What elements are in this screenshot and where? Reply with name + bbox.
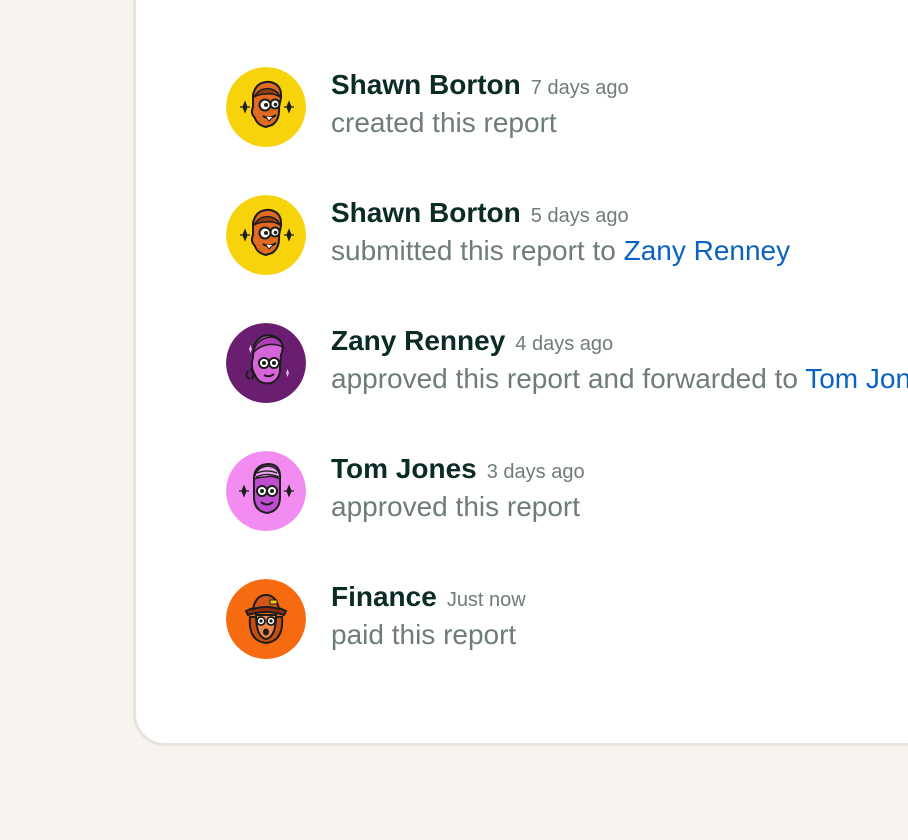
activity-entry: Shawn Borton 7 days ago created this rep…	[226, 67, 908, 195]
activity-entry-body: Tom Jones 3 days ago approved this repor…	[331, 453, 585, 523]
activity-entry: Shawn Borton 5 days ago submitted this r…	[226, 195, 908, 323]
activity-header: Tom Jones 3 days ago	[331, 453, 585, 489]
activity-description: submitted this report to Zany Renney	[331, 235, 790, 267]
actor-name[interactable]: Shawn Borton	[331, 197, 521, 229]
activity-action-text: approved this report and forwarded to	[331, 363, 798, 394]
activity-timestamp: Just now	[446, 589, 526, 611]
actor-name[interactable]: Finance	[331, 581, 437, 613]
activity-timestamp: 5 days ago	[530, 205, 629, 227]
activity-entry-body: Zany Renney 4 days ago approved this rep…	[331, 325, 908, 395]
report-activity-card: Shawn Borton 7 days ago created this rep…	[133, 0, 908, 746]
activity-timestamp: 7 days ago	[530, 77, 629, 99]
recipient-link[interactable]: Tom Jones	[805, 363, 908, 394]
activity-header: Zany Renney 4 days ago	[331, 325, 908, 361]
actor-name[interactable]: Tom Jones	[331, 453, 477, 485]
activity-timestamp: 3 days ago	[486, 461, 585, 483]
activity-action-text: approved this report	[331, 491, 581, 522]
activity-entry: Zany Renney 4 days ago approved this rep…	[226, 323, 908, 451]
pink-avatar-icon[interactable]	[226, 451, 306, 531]
activity-description: paid this report	[331, 619, 526, 651]
yellow-avatar-icon[interactable]	[226, 195, 306, 275]
activity-action-text: paid this report	[331, 619, 517, 650]
activity-action-text: submitted this report to	[331, 235, 616, 266]
activity-header: Shawn Borton 7 days ago	[331, 69, 629, 105]
actor-name[interactable]: Shawn Borton	[331, 69, 521, 101]
recipient-link[interactable]: Zany Renney	[624, 235, 791, 266]
activity-action-text: created this report	[331, 107, 557, 138]
activity-entry: Finance Just now paid this report	[226, 579, 908, 707]
activity-description: approved this report and forwarded to To…	[331, 363, 908, 395]
activity-timeline: Shawn Borton 7 days ago created this rep…	[226, 67, 908, 707]
activity-entry: Tom Jones 3 days ago approved this repor…	[226, 451, 908, 579]
activity-entry-body: Shawn Borton 7 days ago created this rep…	[331, 69, 629, 139]
activity-description: created this report	[331, 107, 629, 139]
activity-entry-body: Shawn Borton 5 days ago submitted this r…	[331, 197, 790, 267]
yellow-avatar-icon[interactable]	[226, 67, 306, 147]
activity-description: approved this report	[331, 491, 585, 523]
activity-header: Finance Just now	[331, 581, 526, 617]
activity-timestamp: 4 days ago	[515, 333, 614, 355]
orange-avatar-icon[interactable]	[226, 579, 306, 659]
purple-avatar-icon[interactable]	[226, 323, 306, 403]
activity-header: Shawn Borton 5 days ago	[331, 197, 790, 233]
activity-entry-body: Finance Just now paid this report	[331, 581, 526, 651]
actor-name[interactable]: Zany Renney	[331, 325, 505, 357]
